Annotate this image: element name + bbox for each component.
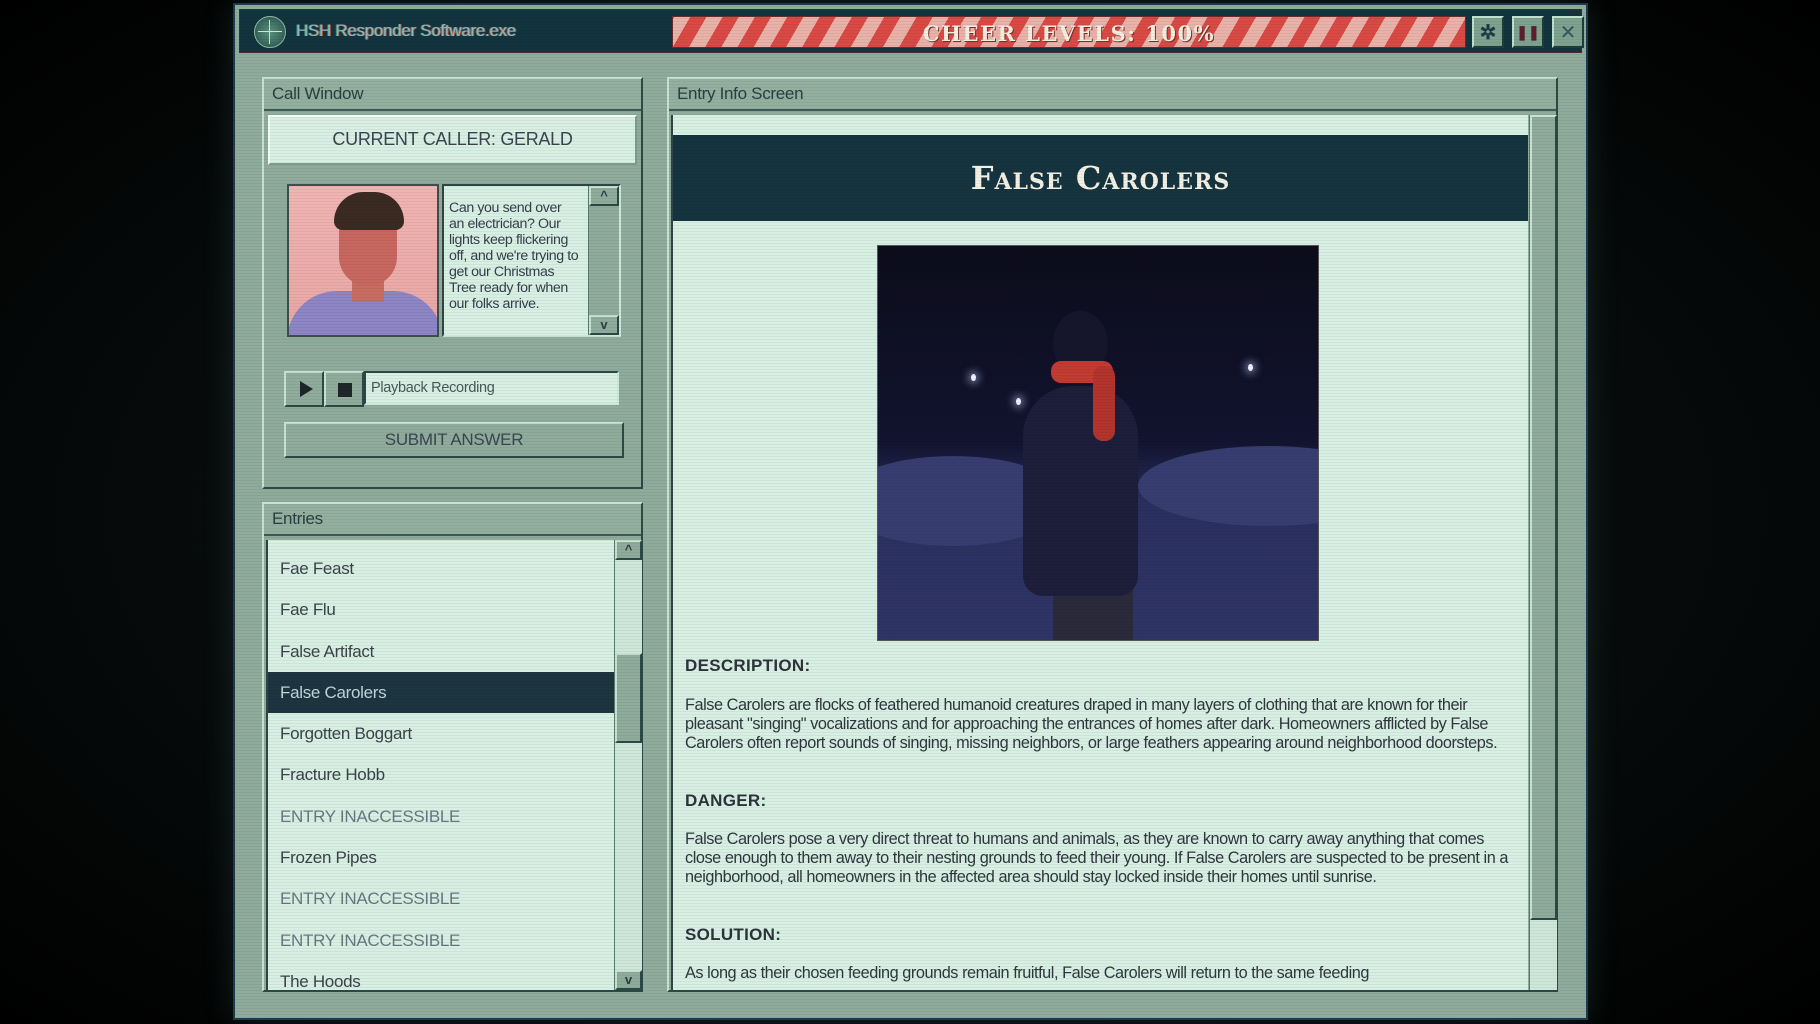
app-window: HSH Responder Software.exe CHEER LEVELS:… [233,3,1588,1020]
solution-text: As long as their chosen feeding grounds … [685,964,1369,982]
creature-image [877,245,1319,641]
current-caller-banner: CURRENT CALLER: GERALD [268,115,637,165]
entry-info-header: Entry Info Screen [669,79,1556,111]
creature-scarf-tail [1093,366,1115,441]
settings-button[interactable]: ✲ [1472,16,1504,48]
scroll-up-button[interactable]: ^ [589,186,619,206]
entry-item[interactable]: False Carolers [268,671,614,714]
scroll-down-button[interactable]: v [589,315,619,335]
entry-item-locked[interactable]: ENTRY INACCESSIBLE [268,878,614,919]
entry-item[interactable]: Fae Flu [268,589,614,630]
title-bar: HSH Responder Software.exe CHEER LEVELS:… [239,9,1584,53]
app-title: HSH Responder Software.exe [296,21,516,40]
playback-recording-field: Playback Recording [364,371,619,405]
caller-message-box: Can you send over an electrician? Our li… [442,184,621,337]
gear-icon: ✲ [1479,21,1497,44]
caller-portrait [287,184,439,337]
call-window-header: Call Window [264,79,641,111]
entries-panel: Entries Fae Feast Fae Flu False Artifact Fa… [262,502,643,992]
pause-button[interactable]: ❚❚ [1512,16,1544,48]
caller-message: Can you send over an electrician? Our li… [449,200,579,312]
close-button[interactable]: ✕ [1552,16,1584,48]
pause-icon: ❚❚ [1516,23,1540,40]
play-button[interactable] [284,371,324,407]
entry-title: False Carolers [970,159,1231,197]
entry-item[interactable]: Fracture Hobb [268,754,614,795]
entries-list: Fae Feast Fae Flu False Artifact False Caro… [266,540,614,990]
creature-body [1023,386,1138,596]
entries-scroll-up-button[interactable]: ^ [615,540,642,560]
danger-text: False Carolers pose a very direct threat… [685,830,1508,887]
street-lamp [1016,398,1021,405]
description-heading: DESCRIPTION: [685,656,811,675]
entry-item[interactable]: Frozen Pipes [268,837,614,878]
solution-heading: SOLUTION: [685,925,782,944]
entry-item[interactable]: False Artifact [268,631,614,672]
danger-heading: DANGER: [685,791,767,810]
entry-item[interactable]: The Hoods [268,961,614,990]
close-icon: ✕ [1559,21,1577,44]
entry-item[interactable]: Forgotten Boggart [268,713,614,754]
entry-item-locked[interactable]: ENTRY INACCESSIBLE [268,920,614,961]
snow-drift [1138,446,1318,526]
entries-scroll-thumb[interactable] [615,653,642,743]
cheer-level-label: CHEER LEVELS: 100% [922,21,1216,46]
call-window-panel: Call Window CURRENT CALLER: GERALD Can y… [262,77,643,489]
entry-item[interactable]: Fae Feast [268,548,614,589]
entry-info-scrollbar[interactable] [1529,115,1557,990]
cheer-level-bar: CHEER LEVELS: 100% [672,16,1466,48]
entry-item-locked[interactable]: ENTRY INACCESSIBLE [268,796,614,837]
submit-answer-button[interactable]: SUBMIT ANSWER [284,422,624,458]
entries-scroll-down-button[interactable]: v [615,970,642,990]
globe-logo-icon [254,16,286,48]
street-lamp [971,374,976,381]
description-text: False Carolers are flocks of feathered h… [685,696,1498,753]
street-lamp [1248,364,1253,371]
entries-header: Entries [264,504,641,536]
entry-info-scroll-thumb[interactable] [1530,115,1557,920]
entry-title-band: False Carolers [673,135,1528,221]
entry-info-panel: Entry Info Screen False Carolers DESCRIP… [667,77,1558,992]
caller-message-scrollbar[interactable]: ^ v [588,186,619,335]
portrait-hair [334,192,404,230]
entry-info-content: False Carolers DESCRIPTION: False Carole… [671,115,1528,990]
stop-button[interactable] [324,371,364,407]
entries-scrollbar[interactable]: ^ v [614,540,642,990]
